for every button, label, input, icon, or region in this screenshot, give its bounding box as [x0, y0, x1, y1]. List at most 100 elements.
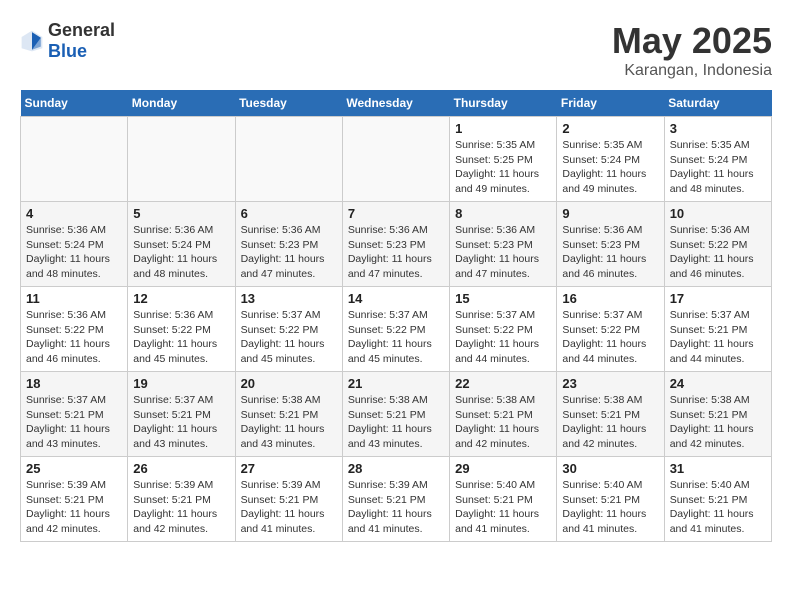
header-wednesday: Wednesday [342, 90, 449, 117]
day-number: 31 [670, 461, 766, 476]
day-number: 23 [562, 376, 658, 391]
table-row: 13Sunrise: 5:37 AM Sunset: 5:22 PM Dayli… [235, 287, 342, 372]
day-info: Sunrise: 5:40 AM Sunset: 5:21 PM Dayligh… [670, 478, 766, 537]
day-number: 19 [133, 376, 229, 391]
day-info: Sunrise: 5:39 AM Sunset: 5:21 PM Dayligh… [133, 478, 229, 537]
day-number: 26 [133, 461, 229, 476]
logo-icon [20, 29, 44, 53]
day-number: 20 [241, 376, 337, 391]
table-row: 18 Sunrise: 5:37 AM Sunset: 5:21 PM Dayli… [21, 372, 128, 457]
table-row: 28 Sunrise: 5:39 AM Sunset: 5:21 PM Dayli… [342, 457, 449, 542]
day-number: 27 [241, 461, 337, 476]
day-number: 11 [26, 291, 122, 306]
table-row: 21 Sunrise: 5:38 AM Sunset: 5:21 PM Dayli… [342, 372, 449, 457]
header-saturday: Saturday [664, 90, 771, 117]
header-thursday: Thursday [450, 90, 557, 117]
table-row [342, 117, 449, 202]
day-number: 25 [26, 461, 122, 476]
day-info: Sunrise: 5:36 AM Sunset: 5:24 PM Dayligh… [26, 223, 122, 282]
day-info: Sunrise: 5:36 AM Sunset: 5:23 PM Dayligh… [241, 223, 337, 282]
table-row: 5 Sunrise: 5:36 AM Sunset: 5:24 PM Daylig… [128, 202, 235, 287]
calendar-week-row: 25 Sunrise: 5:39 AM Sunset: 5:21 PM Dayli… [21, 457, 772, 542]
day-number: 14 [348, 291, 444, 306]
table-row: 4 Sunrise: 5:36 AM Sunset: 5:24 PM Daylig… [21, 202, 128, 287]
day-info: Sunrise: 5:35 AM Sunset: 5:24 PM Dayligh… [562, 138, 658, 197]
table-row: 8 Sunrise: 5:36 AM Sunset: 5:23 PM Daylig… [450, 202, 557, 287]
day-number: 21 [348, 376, 444, 391]
day-info: Sunrise: 5:36 AM Sunset: 5:24 PM Dayligh… [133, 223, 229, 282]
page-header: General Blue May 2025 Karangan, Indonesi… [20, 20, 772, 80]
day-info: Sunrise: 5:40 AM Sunset: 5:21 PM Dayligh… [455, 478, 551, 537]
day-info: Sunrise: 5:38 AM Sunset: 5:21 PM Dayligh… [241, 393, 337, 452]
day-number: 9 [562, 206, 658, 221]
header-sunday: Sunday [21, 90, 128, 117]
calendar-week-row: 18 Sunrise: 5:37 AM Sunset: 5:21 PM Dayli… [21, 372, 772, 457]
table-row: 6 Sunrise: 5:36 AM Sunset: 5:23 PM Daylig… [235, 202, 342, 287]
calendar-week-row: 11 Sunrise: 5:36 AM Sunset: 5:22 PM Dayli… [21, 287, 772, 372]
table-row: 7 Sunrise: 5:36 AM Sunset: 5:23 PM Daylig… [342, 202, 449, 287]
calendar-header-row: Sunday Monday Tuesday Wednesday Thursday… [21, 90, 772, 117]
day-number: 4 [26, 206, 122, 221]
day-info: Sunrise: 5:39 AM Sunset: 5:21 PM Dayligh… [348, 478, 444, 537]
table-row: 31 Sunrise: 5:40 AM Sunset: 5:21 PM Dayli… [664, 457, 771, 542]
table-row: 10Sunrise: 5:36 AM Sunset: 5:22 PM Dayli… [664, 202, 771, 287]
table-row: 25 Sunrise: 5:39 AM Sunset: 5:21 PM Dayli… [21, 457, 128, 542]
title-block: May 2025 Karangan, Indonesia [612, 20, 772, 80]
header-tuesday: Tuesday [235, 90, 342, 117]
day-info: Sunrise: 5:37 AM Sunset: 5:21 PM Dayligh… [26, 393, 122, 452]
day-number: 28 [348, 461, 444, 476]
calendar-week-row: 4 Sunrise: 5:36 AM Sunset: 5:24 PM Daylig… [21, 202, 772, 287]
table-row: 24 Sunrise: 5:38 AM Sunset: 5:21 PM Dayli… [664, 372, 771, 457]
table-row: 1 Sunrise: 5:35 AM Sunset: 5:25 PM Daylig… [450, 117, 557, 202]
header-friday: Friday [557, 90, 664, 117]
table-row: 30Sunrise: 5:40 AM Sunset: 5:21 PM Dayli… [557, 457, 664, 542]
day-number: 15 [455, 291, 551, 306]
table-row: 15 Sunrise: 5:37 AM Sunset: 5:22 PM Dayli… [450, 287, 557, 372]
day-number: 2 [562, 121, 658, 136]
day-number: 7 [348, 206, 444, 221]
day-number: 16 [562, 291, 658, 306]
logo-text: General Blue [48, 20, 115, 62]
table-row: 9Sunrise: 5:36 AM Sunset: 5:23 PM Daylig… [557, 202, 664, 287]
day-number: 29 [455, 461, 551, 476]
table-row: 11 Sunrise: 5:36 AM Sunset: 5:22 PM Dayli… [21, 287, 128, 372]
table-row: 12Sunrise: 5:36 AM Sunset: 5:22 PM Dayli… [128, 287, 235, 372]
day-info: Sunrise: 5:38 AM Sunset: 5:21 PM Dayligh… [348, 393, 444, 452]
table-row: 26 Sunrise: 5:39 AM Sunset: 5:21 PM Dayli… [128, 457, 235, 542]
day-info: Sunrise: 5:36 AM Sunset: 5:23 PM Dayligh… [348, 223, 444, 282]
day-number: 17 [670, 291, 766, 306]
day-number: 8 [455, 206, 551, 221]
day-info: Sunrise: 5:39 AM Sunset: 5:21 PM Dayligh… [241, 478, 337, 537]
day-info: Sunrise: 5:39 AM Sunset: 5:21 PM Dayligh… [26, 478, 122, 537]
calendar-table: Sunday Monday Tuesday Wednesday Thursday… [20, 90, 772, 542]
day-number: 6 [241, 206, 337, 221]
table-row: 3Sunrise: 5:35 AM Sunset: 5:24 PM Daylig… [664, 117, 771, 202]
table-row: 23 Sunrise: 5:38 AM Sunset: 5:21 PM Dayli… [557, 372, 664, 457]
header-monday: Monday [128, 90, 235, 117]
day-info: Sunrise: 5:36 AM Sunset: 5:22 PM Dayligh… [133, 308, 229, 367]
day-number: 18 [26, 376, 122, 391]
table-row [21, 117, 128, 202]
day-info: Sunrise: 5:36 AM Sunset: 5:23 PM Dayligh… [455, 223, 551, 282]
day-info: Sunrise: 5:40 AM Sunset: 5:21 PM Dayligh… [562, 478, 658, 537]
logo-general: General [48, 20, 115, 40]
day-info: Sunrise: 5:37 AM Sunset: 5:22 PM Dayligh… [348, 308, 444, 367]
day-info: Sunrise: 5:38 AM Sunset: 5:21 PM Dayligh… [670, 393, 766, 452]
table-row: 14 Sunrise: 5:37 AM Sunset: 5:22 PM Dayli… [342, 287, 449, 372]
day-info: Sunrise: 5:38 AM Sunset: 5:21 PM Dayligh… [562, 393, 658, 452]
table-row: 17Sunrise: 5:37 AM Sunset: 5:21 PM Dayli… [664, 287, 771, 372]
table-row [128, 117, 235, 202]
table-row: 29 Sunrise: 5:40 AM Sunset: 5:21 PM Dayli… [450, 457, 557, 542]
location-title: Karangan, Indonesia [612, 62, 772, 80]
day-info: Sunrise: 5:37 AM Sunset: 5:22 PM Dayligh… [562, 308, 658, 367]
day-info: Sunrise: 5:37 AM Sunset: 5:22 PM Dayligh… [455, 308, 551, 367]
table-row: 19 Sunrise: 5:37 AM Sunset: 5:21 PM Dayli… [128, 372, 235, 457]
day-info: Sunrise: 5:36 AM Sunset: 5:22 PM Dayligh… [26, 308, 122, 367]
day-number: 24 [670, 376, 766, 391]
day-number: 1 [455, 121, 551, 136]
table-row: 20 Sunrise: 5:38 AM Sunset: 5:21 PM Dayli… [235, 372, 342, 457]
table-row: 16 Sunrise: 5:37 AM Sunset: 5:22 PM Dayli… [557, 287, 664, 372]
day-info: Sunrise: 5:35 AM Sunset: 5:25 PM Dayligh… [455, 138, 551, 197]
day-info: Sunrise: 5:37 AM Sunset: 5:21 PM Dayligh… [133, 393, 229, 452]
day-number: 5 [133, 206, 229, 221]
